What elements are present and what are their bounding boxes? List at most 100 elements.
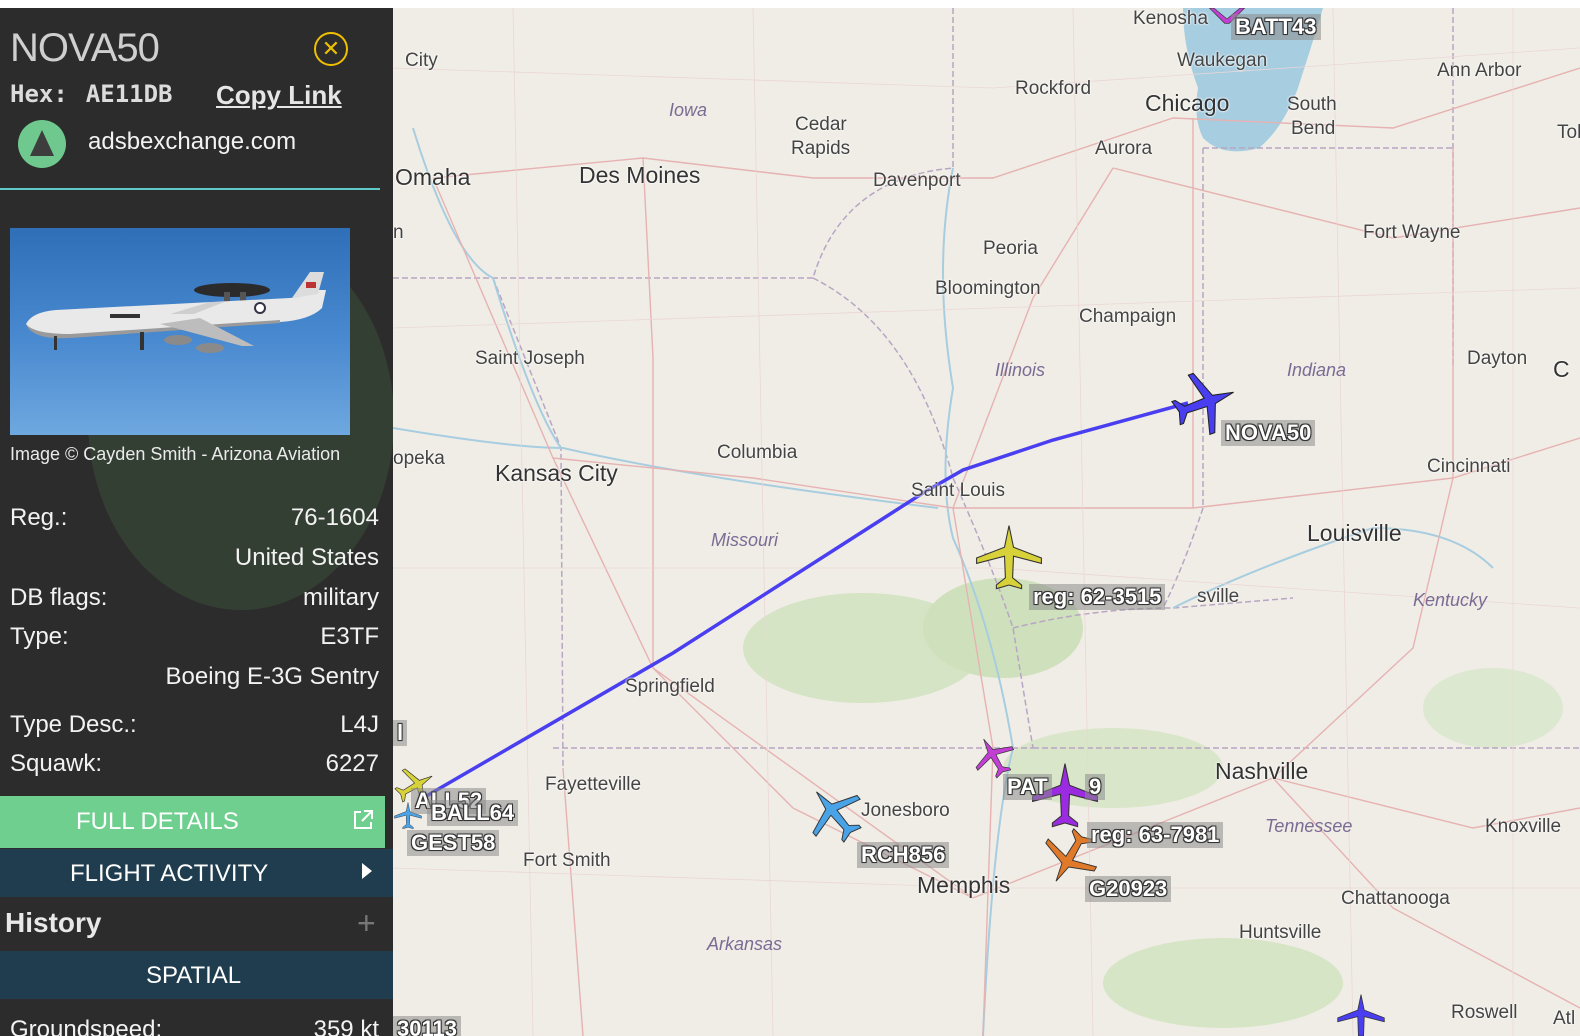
city-label: Rapids — [791, 138, 851, 159]
full-details-label: FULL DETAILS — [76, 808, 239, 835]
city-label: sville — [1197, 586, 1240, 607]
city-label: Huntsville — [1239, 922, 1322, 943]
city-label: Aurora — [1095, 138, 1153, 159]
flight-activity-button[interactable]: FLIGHT ACTIVITY — [0, 849, 393, 897]
state-label: Illinois — [995, 360, 1046, 380]
close-icon: ✕ — [321, 36, 341, 61]
map-view[interactable]: Iowa Illinois Indiana Missouri Kentucky … — [393, 8, 1580, 1036]
hex-label: Hex: — [10, 80, 68, 108]
hex-value: AE11DB — [85, 80, 173, 108]
aircraft-label[interactable]: BALL64 — [427, 800, 519, 826]
city-label: City — [405, 50, 438, 71]
detail-value: Boeing E-3G Sentry — [165, 663, 379, 690]
aircraft-callsign: NOVA50 — [10, 26, 160, 70]
city-label: Des Moines — [579, 162, 701, 188]
aircraft-label[interactable]: 9 — [1085, 774, 1106, 800]
aircraft-photo[interactable] — [10, 228, 350, 435]
state-label: Missouri — [711, 530, 779, 550]
aircraft-label[interactable]: RCH856 — [857, 842, 950, 868]
panel-divider — [0, 188, 380, 190]
aircraft-label[interactable]: reg: 62-3515 — [1029, 584, 1166, 610]
adsbexchange-logo-icon — [18, 120, 66, 168]
aircraft-label[interactable]: PAT — [1003, 774, 1052, 800]
state-label: Tennessee — [1265, 816, 1353, 836]
state-label: Indiana — [1287, 360, 1347, 380]
detail-value: United States — [234, 544, 379, 571]
city-label: Cincinnati — [1427, 456, 1511, 477]
city-label: Kansas City — [495, 460, 618, 486]
history-section-header[interactable]: History + — [0, 897, 393, 951]
city-label: Rockford — [1015, 78, 1092, 99]
city-label: Bloomington — [935, 278, 1041, 299]
city-label: Champaign — [1079, 306, 1177, 327]
detail-key: Type: — [10, 623, 69, 650]
history-label: History — [5, 907, 102, 938]
detail-value: L4J — [340, 711, 379, 738]
city-label: Atl — [1553, 1008, 1576, 1029]
city-label: Nashville — [1215, 758, 1309, 784]
city-label: Cedar — [795, 114, 847, 135]
city-label: Omaha — [395, 164, 471, 190]
city-label: Chicago — [1145, 90, 1230, 116]
detail-value: E3TF — [320, 623, 379, 650]
state-label: Arkansas — [707, 934, 783, 954]
airplane-icon[interactable] — [803, 782, 867, 846]
city-label: Fort Wayne — [1363, 222, 1461, 243]
city-label: Fayetteville — [545, 774, 642, 795]
city-label: Chattanooga — [1341, 888, 1450, 909]
city-label: Roswell — [1451, 1002, 1518, 1023]
detail-value: 359 kt — [313, 1016, 379, 1036]
detail-key: Groundspeed: — [10, 1016, 163, 1036]
detail-value: 6227 — [325, 750, 379, 777]
city-label: Columbia — [717, 442, 798, 463]
aircraft-label[interactable]: BATT43 — [1231, 14, 1321, 40]
city-label: Davenport — [873, 170, 961, 191]
photo-credit: Image © Cayden Smith - Arizona Aviation — [10, 444, 341, 464]
city-label: Saint Louis — [911, 480, 1006, 501]
detail-row-groundspeed: Groundspeed: 359 kt — [10, 1016, 379, 1036]
aircraft-label[interactable]: 30113 — [393, 1016, 461, 1036]
aircraft-label[interactable]: l — [393, 720, 408, 746]
city-label: Fort Smith — [523, 850, 611, 871]
city-label: Memphis — [917, 872, 1011, 898]
city-label: Knoxville — [1485, 816, 1562, 837]
detail-key: DB flags: — [10, 584, 108, 611]
city-label: South — [1287, 94, 1337, 115]
detail-value: military — [303, 584, 379, 611]
city-label: n — [393, 222, 404, 243]
city-label: Louisville — [1307, 520, 1402, 546]
city-label: C — [1553, 356, 1570, 382]
city-label: Tole — [1557, 122, 1580, 143]
spatial-section-header[interactable]: SPATIAL — [0, 951, 393, 999]
city-label: Ann Arbor — [1437, 60, 1522, 81]
city-label: Jonesboro — [861, 800, 950, 821]
site-name-link[interactable]: adsbexchange.com — [88, 128, 296, 156]
city-label: opeka — [393, 448, 445, 469]
flight-activity-label: FLIGHT ACTIVITY — [70, 860, 269, 887]
chevron-right-icon — [360, 861, 374, 887]
aircraft-label[interactable]: GEST58 — [407, 830, 500, 856]
aircraft-label[interactable]: reg: 63-7981 — [1087, 822, 1224, 848]
city-label: Saint Joseph — [475, 348, 585, 369]
state-label: Kentucky — [1413, 590, 1488, 610]
city-label: Kenosha — [1133, 8, 1209, 29]
detail-key: Reg.: — [10, 504, 68, 531]
spatial-label: SPATIAL — [146, 962, 242, 989]
copy-link-button[interactable]: Copy Link — [216, 80, 342, 111]
city-label: Dayton — [1467, 348, 1528, 369]
airplane-icon[interactable] — [1335, 992, 1387, 1036]
city-label: Peoria — [983, 238, 1038, 259]
full-details-button[interactable]: FULL DETAILS — [0, 796, 385, 848]
city-label: Waukegan — [1177, 50, 1268, 71]
city-label: Bend — [1291, 118, 1336, 139]
hex-row: Hex: AE11DB — [10, 80, 173, 108]
city-label: Springfield — [625, 676, 715, 697]
aircraft-label[interactable]: NOVA50 — [1221, 420, 1316, 446]
expand-plus-icon[interactable]: + — [357, 905, 376, 942]
external-link-icon — [351, 808, 375, 838]
close-panel-button[interactable]: ✕ — [314, 32, 348, 66]
state-label: Iowa — [669, 100, 708, 120]
detail-value: 76-1604 — [290, 504, 379, 531]
detail-key: Squawk: — [10, 750, 103, 777]
aircraft-label[interactable]: G20923 — [1085, 876, 1172, 902]
